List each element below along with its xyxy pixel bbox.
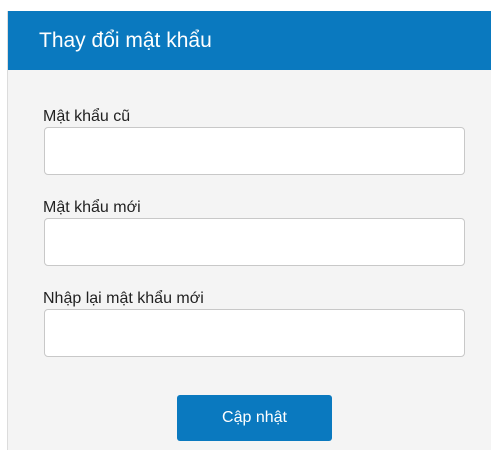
panel-title: Thay đổi mật khẩu [39, 28, 212, 52]
old-password-input[interactable] [44, 127, 465, 175]
panel-header: Thay đổi mật khẩu [8, 11, 491, 70]
change-password-panel: Thay đổi mật khẩu Mật khẩu cũ Mật khẩu m… [7, 11, 491, 450]
change-password-form: Mật khẩu cũ Mật khẩu mới Nhập lại mật kh… [8, 70, 491, 450]
confirm-password-input[interactable] [44, 309, 465, 357]
new-password-input[interactable] [44, 218, 465, 266]
update-button[interactable]: Cập nhật [177, 395, 332, 441]
new-password-label: Mật khẩu mới [43, 199, 141, 216]
confirm-password-label: Nhập lại mật khẩu mới [43, 290, 204, 307]
old-password-label: Mật khẩu cũ [43, 108, 131, 125]
